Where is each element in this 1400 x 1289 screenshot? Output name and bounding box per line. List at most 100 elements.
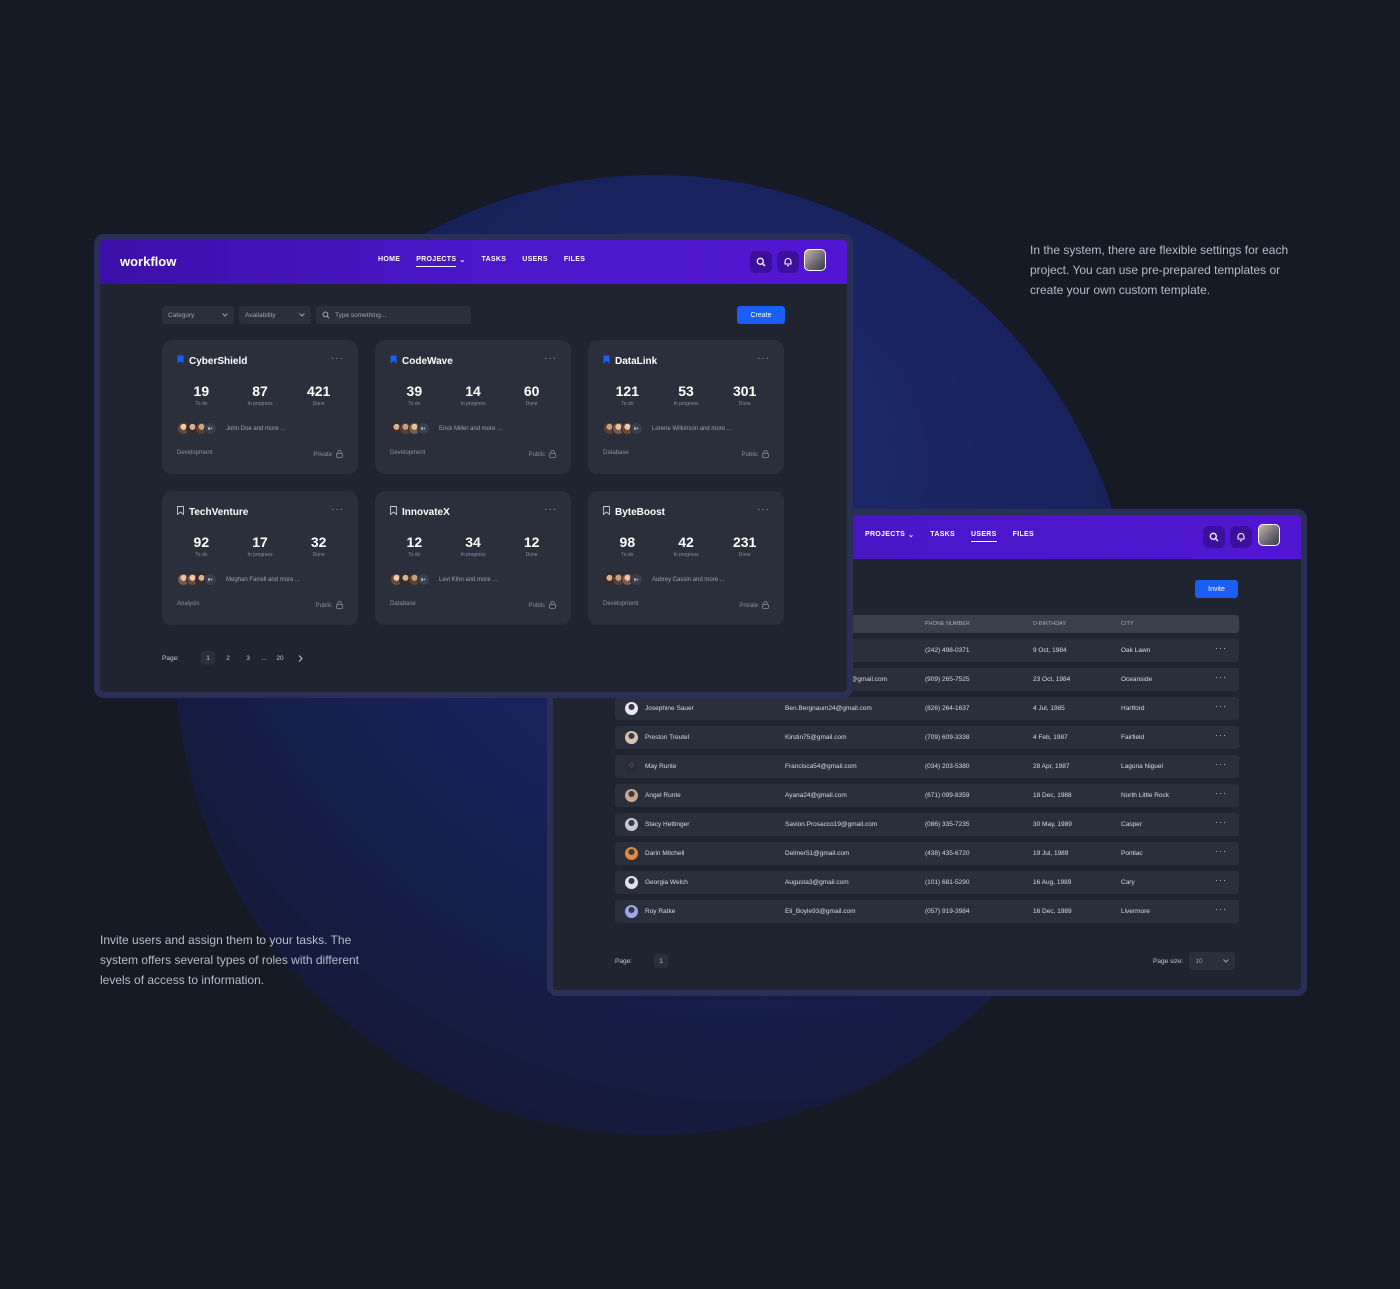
- page-3[interactable]: 3: [241, 651, 255, 665]
- user-phone: (242) 498-0371: [925, 647, 970, 654]
- project-card[interactable]: DataLink ··· 121 To do 53 In progress 301 Done 8…: [588, 340, 784, 474]
- user-name-cell: Roy Ratke: [625, 900, 675, 923]
- members-count-badge: 8+: [204, 573, 217, 586]
- avatar: [625, 789, 638, 802]
- stat-done-label: Done: [525, 401, 538, 407]
- nav-projects[interactable]: PROJECTS: [865, 531, 905, 542]
- category-filter[interactable]: Category: [162, 306, 234, 324]
- table-row[interactable]: Josephine Sauer Ben.Bergnaum24@gmail.com (…: [615, 697, 1239, 720]
- user-name-cell: Angel Runte: [625, 784, 681, 807]
- project-card[interactable]: ByteBoost ··· 98 To do 42 In progress 231 Done 8…: [588, 491, 784, 625]
- user-birthday: 4 Jul, 1985: [1033, 705, 1065, 712]
- project-members[interactable]: 8+ Aubrey Cassin and more ...: [603, 573, 725, 586]
- user-avatar[interactable]: [804, 249, 826, 271]
- bookmark-icon[interactable]: [177, 506, 184, 518]
- stat-done-value: 231: [732, 534, 757, 550]
- chevron-down-icon: [299, 313, 305, 317]
- project-category: Analysis: [177, 601, 200, 607]
- bookmark-icon[interactable]: [603, 355, 610, 367]
- page-20[interactable]: 20: [273, 651, 287, 665]
- bookmark-icon[interactable]: [390, 355, 397, 367]
- project-members[interactable]: 8+ John Doe and more ...: [177, 422, 285, 435]
- more-options-icon[interactable]: ···: [1215, 730, 1227, 740]
- page-1[interactable]: 1: [654, 954, 668, 968]
- nav-home[interactable]: HOME: [378, 256, 400, 267]
- project-card[interactable]: CodeWave ··· 39 To do 14 In progress 60 Done 8+ E…: [375, 340, 571, 474]
- more-options-icon[interactable]: ···: [757, 504, 770, 515]
- bookmark-icon[interactable]: [177, 355, 184, 367]
- chevron-down-icon: ⌄: [908, 532, 915, 539]
- bookmark-icon[interactable]: [390, 506, 397, 518]
- table-row[interactable]: Stacy Hettinger Savion.Prosacco19@gmail.c…: [615, 813, 1239, 836]
- more-options-icon[interactable]: ···: [1215, 788, 1227, 798]
- chevron-right-icon[interactable]: [293, 651, 307, 665]
- availability-filter[interactable]: Availability: [239, 306, 311, 324]
- stat-in-progress-label: In progress: [247, 552, 273, 558]
- more-options-icon[interactable]: ···: [1215, 701, 1227, 711]
- invite-button[interactable]: Invite: [1195, 580, 1238, 598]
- table-row[interactable]: Preston Treutel Kirstin75@gmail.com (709) …: [615, 726, 1239, 749]
- create-button[interactable]: Create: [737, 306, 785, 324]
- project-members[interactable]: 8+ Lorene Wilkinson and more ...: [603, 422, 732, 435]
- more-options-icon[interactable]: ···: [1215, 759, 1227, 769]
- nav-tasks[interactable]: TASKS: [930, 531, 955, 542]
- notifications-button[interactable]: [777, 251, 799, 273]
- table-row[interactable]: Roy Ratke Eli_Boyle93@gmail.com (057) 919-…: [615, 900, 1239, 923]
- project-members[interactable]: 8+ Meghan Farrell and more ...: [177, 573, 300, 586]
- user-birthday: 16 Dec, 1989: [1033, 908, 1072, 915]
- table-row[interactable]: Darin Mitchell Delmer51@gmail.com (438) 43…: [615, 842, 1239, 865]
- more-options-icon[interactable]: ···: [331, 353, 344, 364]
- stat-todo-label: To do: [195, 401, 208, 407]
- project-card[interactable]: CyberShield ··· 19 To do 87 In progress 421 Don…: [162, 340, 358, 474]
- project-footer: Database Public: [603, 450, 769, 460]
- more-options-icon[interactable]: ···: [1215, 875, 1227, 885]
- page-size-select[interactable]: 10: [1189, 952, 1236, 970]
- stat-todo-value: 39: [406, 383, 423, 399]
- search-input[interactable]: Type something...: [316, 306, 471, 324]
- project-category: Development: [603, 601, 639, 607]
- nav-tasks[interactable]: TASKS: [482, 256, 507, 267]
- nav-files[interactable]: FILES: [564, 256, 585, 267]
- more-options-icon[interactable]: ···: [1215, 846, 1227, 856]
- search-button[interactable]: [750, 251, 772, 273]
- users-nav: EPROJECTS⌄TASKSUSERSFILES: [844, 531, 1034, 542]
- page-1[interactable]: 1: [201, 651, 215, 665]
- project-stats: 12 To do 34 In progress 12 Done: [385, 534, 561, 558]
- nav-users[interactable]: USERS: [522, 256, 548, 267]
- stat-done-label: Done: [738, 401, 751, 407]
- nav-users[interactable]: USERS: [971, 531, 997, 542]
- more-options-icon[interactable]: ···: [1215, 904, 1227, 914]
- project-title: TechVenture: [177, 506, 248, 518]
- avatar: [625, 702, 638, 715]
- more-options-icon[interactable]: ···: [1215, 817, 1227, 827]
- project-visibility: Public: [742, 450, 769, 460]
- notifications-button[interactable]: [1230, 526, 1252, 548]
- stat-todo: 92 To do: [173, 534, 229, 558]
- stat-in-progress: 42 In progress: [658, 534, 714, 558]
- page-size-label: Page size:: [1153, 957, 1184, 965]
- user-birthday: 30 May, 1989: [1033, 821, 1072, 828]
- nav-projects[interactable]: PROJECTS: [416, 256, 457, 267]
- project-card[interactable]: InnovateX ··· 12 To do 34 In progress 12 Done 8+…: [375, 491, 571, 625]
- table-row[interactable]: Angel Runte Ayana24@gmail.com (671) 099-83…: [615, 784, 1239, 807]
- nav-files[interactable]: FILES: [1013, 531, 1034, 542]
- visibility-label: Public: [528, 603, 545, 609]
- bookmark-icon[interactable]: [603, 506, 610, 518]
- project-members[interactable]: 8+ Levi Kihn and more ...: [390, 573, 497, 586]
- more-options-icon[interactable]: ···: [544, 353, 557, 364]
- table-row[interactable]: Georgia Welch Augusta3@gmail.com (101) 681…: [615, 871, 1239, 894]
- more-options-icon[interactable]: ···: [544, 504, 557, 515]
- user-avatar[interactable]: [1258, 524, 1280, 546]
- more-options-icon[interactable]: ···: [757, 353, 770, 364]
- search-button[interactable]: [1203, 526, 1225, 548]
- more-options-icon[interactable]: ···: [1215, 643, 1227, 653]
- column-city: CITY: [1121, 621, 1134, 627]
- more-options-icon[interactable]: ···: [331, 504, 344, 515]
- page-2[interactable]: 2: [221, 651, 235, 665]
- more-options-icon[interactable]: ···: [1215, 672, 1227, 682]
- project-members[interactable]: 8+ Erick Miller and more ...: [390, 422, 502, 435]
- users-pagination: Page: 1: [615, 954, 668, 968]
- project-title: CodeWave: [390, 355, 453, 367]
- project-card[interactable]: TechVenture ··· 92 To do 17 In progress 32 Done…: [162, 491, 358, 625]
- table-row[interactable]: May Runte Francisca54@gmail.com (034) 203-…: [615, 755, 1239, 778]
